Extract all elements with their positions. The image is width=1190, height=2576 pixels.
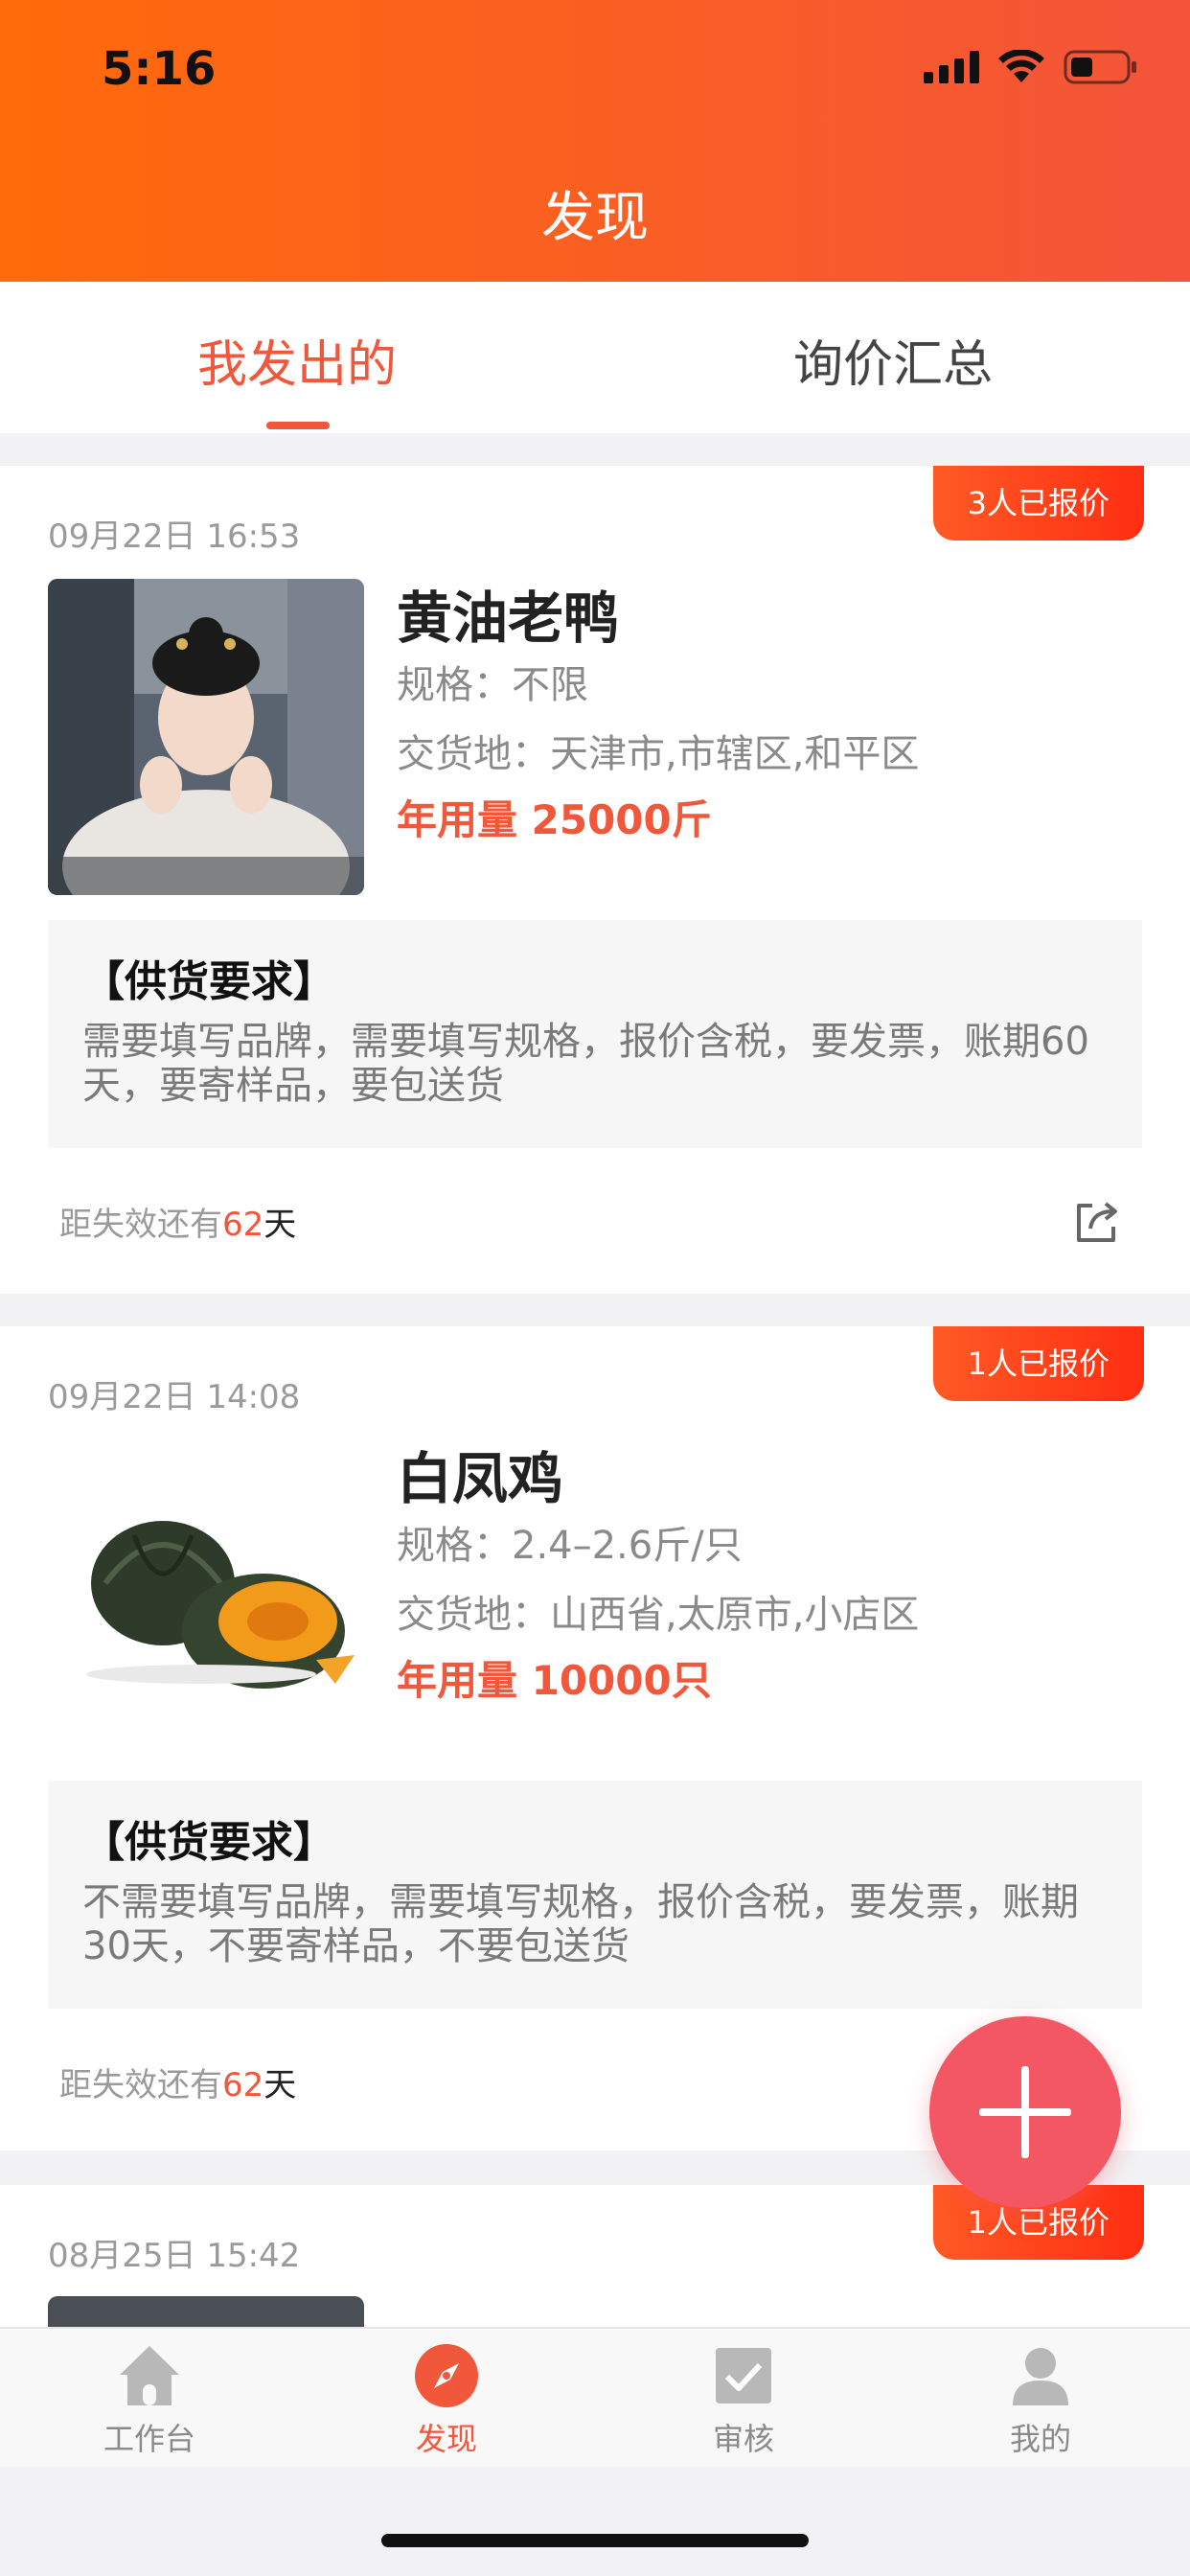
nav-label: 工作台: [103, 2421, 195, 2457]
nav-item-discover[interactable]: 发现: [351, 2336, 542, 2459]
expiry-days: 62: [222, 1206, 264, 1244]
product-name: 黄油老鸭: [397, 586, 620, 651]
product-name: 白凤鸡: [397, 1446, 564, 1511]
signal-icon: [924, 51, 979, 83]
nav-item-mine[interactable]: 我的: [945, 2336, 1136, 2459]
home-icon: [120, 2346, 179, 2405]
product-image: [48, 1439, 364, 1756]
add-inquiry-button[interactable]: [929, 2016, 1121, 2208]
requirements-title: 【供货要求】: [82, 1818, 335, 1867]
bottom-nav: 工作台 发现 审核 我的: [0, 2327, 1190, 2467]
annual-usage: 年用量 25000斤: [397, 796, 712, 843]
product-image: [48, 579, 364, 895]
plus-icon: [979, 2066, 1071, 2158]
home-indicator: [381, 2534, 809, 2547]
battery-icon: [1064, 50, 1136, 84]
expiry-unit: 天: [263, 2066, 297, 2104]
nav-label: 我的: [1009, 2421, 1071, 2457]
nav-label: 发现: [415, 2421, 477, 2457]
requirements-text: 需要填写品牌，需要填写规格，报价含税，要发票，账期60天，要寄样品，要包送货: [82, 1020, 1089, 1108]
tab-bar: 我发出的 询价汇总: [0, 282, 1190, 433]
nav-item-workbench[interactable]: 工作台: [54, 2336, 245, 2459]
expiry-unit: 天: [263, 1206, 297, 1244]
expiry-info: 距失效还有62天: [59, 1198, 296, 1245]
quote-count-badge: 3人已报价: [932, 466, 1144, 540]
app-header: 5:16 发现: [0, 0, 1190, 282]
page: 5:16 发现 我发出的 询价汇总 3人已报价 09月22日 16:53 黄油老…: [0, 0, 1190, 2576]
check-box-icon: [716, 2348, 771, 2404]
product-spec: 规格：不限: [397, 663, 588, 707]
nav-item-review[interactable]: 审核: [648, 2336, 839, 2459]
expiry-days: 62: [222, 2066, 264, 2104]
tab-underline: [266, 422, 330, 429]
delivery-place: 交货地：天津市,市辖区,和平区: [397, 732, 920, 776]
inquiry-datetime: 09月22日 16:53: [48, 518, 301, 556]
delivery-place: 交货地：山西省,太原市,小店区: [397, 1593, 920, 1637]
inquiry-datetime: 09月22日 14:08: [48, 1378, 301, 1416]
inquiry-datetime: 08月25日 15:42: [48, 2237, 301, 2275]
tab-inquiry-summary[interactable]: 询价汇总: [793, 324, 993, 396]
expiry-info: 距失效还有62天: [59, 2058, 296, 2105]
product-spec: 规格：2.4–2.6斤/只: [397, 1524, 743, 1568]
supply-requirements: 【供货要求】 需要填写品牌，需要填写规格，报价含税，要发票，账期60天，要寄样品…: [48, 920, 1142, 1148]
expiry-prefix: 距失效还有: [59, 1206, 222, 1244]
requirements-text: 不需要填写品牌，需要填写规格，报价含税，要发票，账期30天，不要寄样品，不要包送…: [82, 1880, 1079, 1968]
status-icons: [924, 50, 1138, 84]
share-icon[interactable]: [1071, 1196, 1123, 1248]
supply-requirements: 【供货要求】 不需要填写品牌，需要填写规格，报价含税，要发票，账期30天，不要寄…: [48, 1781, 1142, 2009]
inquiry-card[interactable]: 3人已报价 09月22日 16:53 黄油老鸭 规格：不限 交货地：天津市,市辖…: [0, 466, 1190, 1294]
tab-sent[interactable]: 我发出的: [197, 324, 397, 396]
user-icon: [1013, 2348, 1068, 2405]
quote-count-badge: 1人已报价: [932, 1326, 1144, 1401]
annual-usage: 年用量 10000只: [397, 1657, 712, 1704]
requirements-title: 【供货要求】: [82, 957, 335, 1006]
wifi-icon: [998, 50, 1044, 82]
status-time: 5:16: [102, 42, 217, 96]
compass-icon: [415, 2344, 478, 2407]
expiry-prefix: 距失效还有: [59, 2066, 222, 2104]
inquiry-card[interactable]: 1人已报价 08月25日 15:42: [0, 2185, 1190, 2338]
page-title: 发现: [541, 187, 649, 249]
nav-label: 审核: [712, 2421, 774, 2457]
